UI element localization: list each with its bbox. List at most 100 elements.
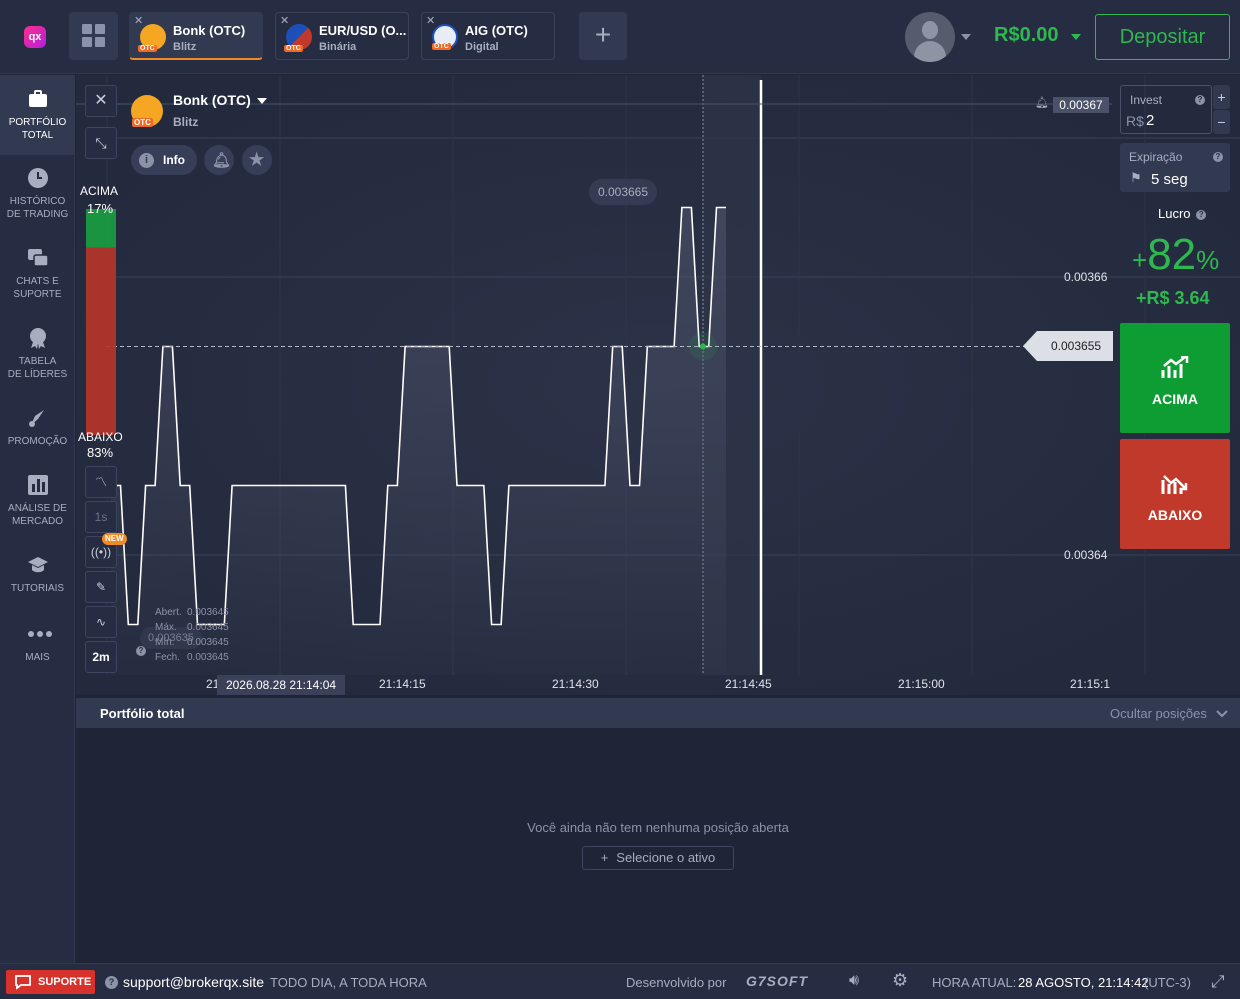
x-axis-label: 21:15:00 bbox=[898, 677, 945, 691]
all-assets-button[interactable] bbox=[69, 12, 118, 60]
expiry-value: 5 seg bbox=[1151, 171, 1188, 188]
sidebar-item-more[interactable]: MAIS bbox=[0, 623, 75, 664]
sentiment-down-percent: 83% bbox=[86, 445, 114, 460]
invest-help-icon[interactable]: ? bbox=[1195, 95, 1205, 105]
sidebar-item-chats[interactable]: CHATS E SUPORTE bbox=[0, 247, 75, 301]
sidebar-item-tutorials[interactable]: TUTORIAIS bbox=[0, 554, 75, 595]
close-tab-icon[interactable]: ✕ bbox=[426, 14, 435, 27]
bonk-coin-icon: OTC bbox=[138, 24, 166, 52]
sidebar-item-promotion[interactable]: PROMOÇÃO bbox=[0, 407, 75, 448]
indicators-button[interactable]: ∿ bbox=[85, 606, 117, 638]
asset-dropdown-chevron-icon[interactable] bbox=[257, 98, 267, 104]
sentiment-up-percent: 17% bbox=[86, 201, 114, 216]
alert-button[interactable]: 🔔︎ bbox=[204, 145, 234, 175]
support-email[interactable]: support@brokerqx.site bbox=[123, 974, 264, 990]
support-button[interactable]: SUPORTE bbox=[6, 970, 95, 994]
empty-portfolio-message: Você ainda não tem nenhuma posição abert… bbox=[527, 820, 789, 835]
x-axis-label: 21:14:30 bbox=[552, 677, 599, 691]
timezone-label: (UTC-3) bbox=[1144, 975, 1191, 990]
sidebar-item-analysis[interactable]: ANÁLISE DE MERCADO bbox=[0, 474, 75, 528]
peak-price-label: 0.003665 bbox=[589, 179, 657, 205]
chat-bubble-icon bbox=[15, 975, 31, 990]
chart-asset-name[interactable]: Bonk (OTC) bbox=[173, 92, 251, 108]
favorite-button[interactable]: ★ bbox=[242, 145, 272, 175]
select-asset-button[interactable]: + Selecione o ativo bbox=[582, 846, 734, 870]
clock-icon bbox=[27, 167, 49, 189]
tab-asset-type: Digital bbox=[465, 41, 499, 53]
chart-asset-type: Blitz bbox=[173, 115, 199, 129]
chat-icon bbox=[27, 247, 49, 269]
sidebar-item-history[interactable]: HISTÓRICO DE TRADING bbox=[0, 167, 75, 221]
eurusd-flag-icon: OTC bbox=[284, 24, 312, 52]
tab-asset-name: EUR/USD (O... bbox=[319, 23, 407, 38]
trend-down-icon bbox=[1161, 475, 1188, 494]
top-bar: qx ✕ OTC Bonk (OTC) Blitz ✕ OTC EUR/USD … bbox=[0, 0, 1240, 74]
footer: SUPORTE ? support@brokerqx.site TODO DIA… bbox=[0, 963, 1240, 999]
sidebar-item-leaderboard[interactable]: TABELA DE LÍDERES bbox=[0, 327, 75, 381]
bar-chart-icon bbox=[27, 474, 49, 496]
price-chart[interactable]: ✕ ⤡ OTC Bonk (OTC) Blitz i Info 🔔︎ ★ ACI… bbox=[76, 75, 1240, 695]
profit-percent: +82% bbox=[1132, 230, 1220, 279]
close-tab-icon[interactable]: ✕ bbox=[134, 14, 143, 27]
expiry-box[interactable]: Expiração ? ⚑ 5 seg bbox=[1120, 143, 1230, 192]
current-price-tag: 0.003655 bbox=[1023, 331, 1113, 361]
hover-time-label: 2026.08.28 21:14:04 bbox=[217, 675, 345, 695]
account-menu-chevron-icon[interactable] bbox=[961, 34, 971, 40]
interval-button[interactable]: 1s bbox=[85, 501, 117, 533]
up-button[interactable]: ACIMA bbox=[1120, 323, 1230, 433]
asset-tab-bonk[interactable]: ✕ OTC Bonk (OTC) Blitz bbox=[129, 12, 263, 60]
trend-up-icon bbox=[1161, 355, 1189, 378]
invest-plus-button[interactable]: + bbox=[1213, 85, 1230, 109]
timeframe-button[interactable]: 2m bbox=[85, 641, 117, 673]
hide-positions-button[interactable]: Ocultar posições bbox=[1110, 706, 1229, 721]
medal-icon bbox=[27, 327, 49, 349]
info-icon: i bbox=[139, 153, 154, 168]
down-button[interactable]: ABAIXO bbox=[1120, 439, 1230, 549]
deposit-button[interactable]: Depositar bbox=[1095, 14, 1230, 60]
invest-input[interactable]: 2 bbox=[1146, 112, 1154, 129]
sentiment-down-label: ABAIXO bbox=[78, 430, 123, 444]
y-axis-label: 0.00366 bbox=[1064, 270, 1108, 284]
developer-logo: G7SOFT bbox=[746, 973, 809, 989]
balance-chevron-icon[interactable] bbox=[1071, 34, 1081, 40]
grid-icon-cell bbox=[95, 37, 105, 47]
briefcase-icon bbox=[27, 88, 49, 110]
sidebar: PORTFÓLIO TOTAL HISTÓRICO DE TRADING CHA… bbox=[0, 75, 75, 963]
close-tab-icon[interactable]: ✕ bbox=[280, 14, 289, 27]
profit-label: Lucro ? bbox=[1158, 206, 1207, 221]
volume-icon[interactable]: 🔊︎ bbox=[849, 972, 859, 990]
pencil-icon: ✎ bbox=[95, 580, 107, 594]
sidebar-item-portfolio[interactable]: PORTFÓLIO TOTAL bbox=[0, 75, 75, 155]
chart-type-button[interactable]: 〽 bbox=[85, 466, 117, 498]
signals-button[interactable]: ((•)) NEW bbox=[85, 533, 127, 568]
new-badge: NEW bbox=[102, 533, 127, 545]
y-axis-label: 0.00364 bbox=[1064, 548, 1108, 562]
x-axis-label: 21:14:15 bbox=[379, 677, 426, 691]
info-button[interactable]: i Info bbox=[131, 145, 197, 175]
help-icon: ? bbox=[105, 976, 118, 989]
bell-icon: 🔔︎ bbox=[1035, 97, 1049, 109]
ohlc-help-icon[interactable]: ? bbox=[136, 646, 146, 656]
drawing-button[interactable]: ✎ bbox=[85, 571, 117, 603]
account-balance[interactable]: R$0.00 bbox=[994, 24, 1059, 47]
graduation-cap-icon bbox=[27, 554, 49, 576]
asset-tab-eurusd[interactable]: ✕ OTC EUR/USD (O... Binária bbox=[275, 12, 409, 60]
broadcast-icon: ((•)) bbox=[90, 545, 112, 559]
fullscreen-icon[interactable]: ⤢ bbox=[1211, 972, 1225, 992]
settings-gear-icon[interactable]: ⚙ bbox=[892, 970, 908, 991]
add-tab-button[interactable]: + bbox=[579, 12, 627, 60]
bell-icon: 🔔︎ bbox=[212, 152, 232, 169]
minimize-chart-button[interactable]: ⤡ bbox=[85, 127, 117, 159]
tab-asset-name: AIG (OTC) bbox=[465, 23, 528, 38]
star-icon: ★ bbox=[249, 150, 265, 169]
invest-minus-button[interactable]: − bbox=[1213, 110, 1230, 134]
avatar[interactable] bbox=[905, 12, 955, 62]
x-axis-label: 21:15:1 bbox=[1070, 677, 1111, 691]
brand-logo[interactable]: qx bbox=[24, 26, 46, 48]
asset-tab-aig[interactable]: ✕ OTC AIG (OTC) Digital bbox=[421, 12, 555, 60]
aig-logo-icon: OTC bbox=[432, 24, 458, 50]
developed-by-label: Desenvolvido por bbox=[626, 975, 727, 990]
chevron-down-icon bbox=[1216, 710, 1229, 718]
close-chart-button[interactable]: ✕ bbox=[85, 85, 117, 117]
expiry-help-icon[interactable]: ? bbox=[1213, 152, 1223, 162]
